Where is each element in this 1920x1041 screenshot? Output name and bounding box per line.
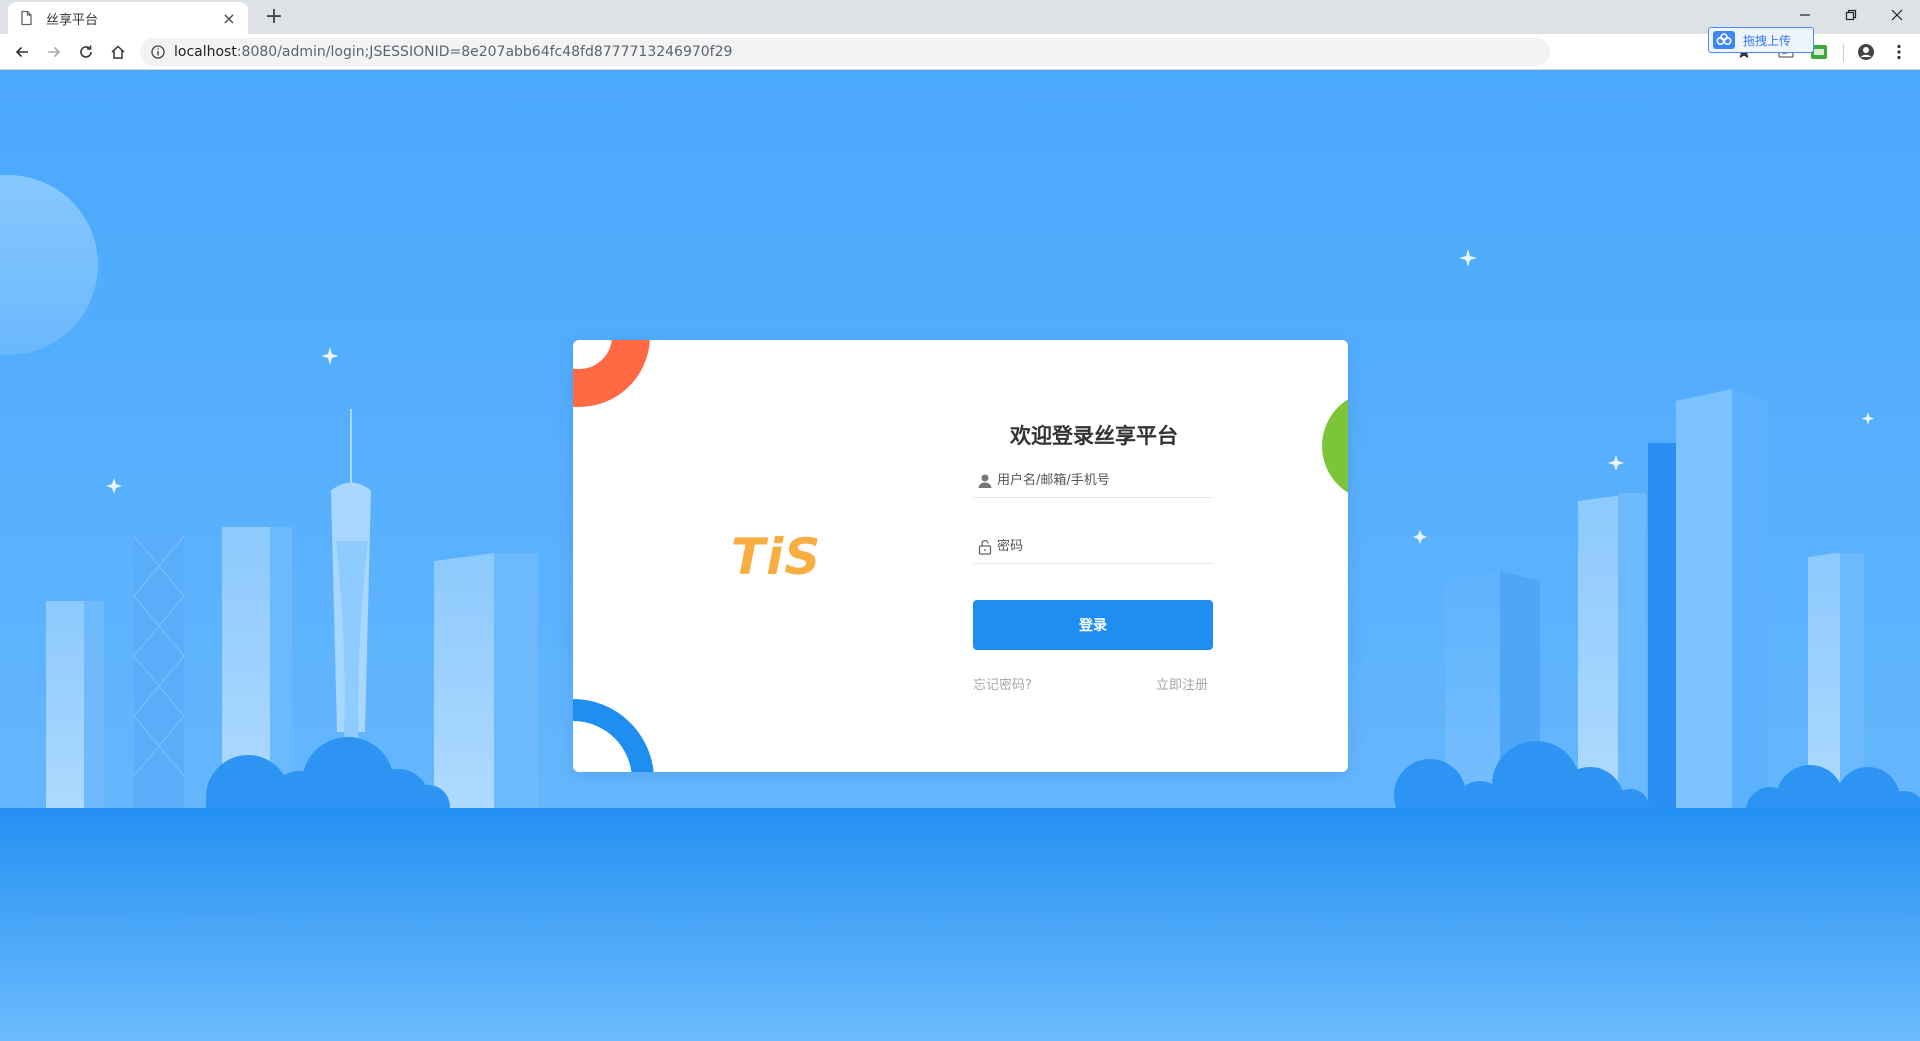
- browser-tab[interactable]: 丝享平台 ×: [8, 2, 248, 34]
- tab-close-button[interactable]: ×: [220, 9, 238, 28]
- road-stripes: [32, 917, 1920, 929]
- address-bar[interactable]: localhost:8080/admin/login;JSESSIONID=8e…: [140, 38, 1550, 66]
- red-ring-decoration: [573, 340, 650, 407]
- browser-tab-bar: 丝享平台 × +: [0, 0, 1920, 34]
- reload-button[interactable]: [72, 38, 100, 66]
- close-icon: [1891, 9, 1903, 21]
- register-link[interactable]: 立即注册: [1156, 674, 1208, 693]
- new-tab-button[interactable]: +: [260, 3, 288, 31]
- home-icon: [111, 45, 125, 59]
- blue-ring-decoration: [573, 699, 654, 772]
- forward-button[interactable]: [40, 38, 68, 66]
- back-icon: [15, 46, 28, 58]
- browser-toolbar: localhost:8080/admin/login;JSESSIONID=8e…: [0, 34, 1920, 70]
- login-card: TiS 欢迎登录丝享平台 登录 忘记密码? 立即注册: [573, 340, 1348, 772]
- username-field: [973, 464, 1213, 498]
- lock-icon: [978, 539, 992, 555]
- url-text: localhost:8080/admin/login;JSESSIONID=8e…: [174, 44, 732, 60]
- page-icon: [21, 10, 32, 26]
- restore-button[interactable]: [1828, 0, 1874, 30]
- menu-icon[interactable]: [1890, 43, 1908, 61]
- info-icon: [151, 45, 165, 59]
- forgot-password-link[interactable]: 忘记密码?: [973, 674, 1032, 693]
- forward-icon: [48, 46, 61, 58]
- back-button[interactable]: [8, 38, 36, 66]
- green-ring-decoration: [1322, 399, 1348, 493]
- close-window-button[interactable]: [1874, 0, 1920, 30]
- minimize-button[interactable]: [1782, 0, 1828, 30]
- page-background: TiS 欢迎登录丝享平台 登录 忘记密码? 立即注册: [0, 71, 1920, 1041]
- username-input[interactable]: [997, 473, 1197, 488]
- minimize-icon: [1800, 14, 1810, 16]
- home-button[interactable]: [104, 38, 132, 66]
- login-title: 欢迎登录丝享平台: [1010, 424, 1178, 448]
- window-controls: [1782, 0, 1920, 30]
- tab-title: 丝享平台: [46, 12, 99, 28]
- login-button[interactable]: 登录: [973, 600, 1213, 650]
- moon-shape: [0, 175, 98, 355]
- password-field: [973, 530, 1213, 564]
- restore-icon: [1845, 9, 1857, 21]
- url-path: :8080/admin/login;JSESSIONID=8e207abb64f…: [236, 44, 733, 60]
- tis-logo: TiS: [731, 528, 822, 586]
- profile-icon[interactable]: [1857, 43, 1875, 61]
- baidu-upload-label: 拖拽上传: [1743, 33, 1792, 48]
- url-host: localhost: [174, 44, 237, 60]
- reload-icon: [80, 45, 92, 58]
- baidu-upload-popup[interactable]: 拖拽上传: [1708, 27, 1814, 53]
- user-icon: [978, 474, 992, 488]
- password-input[interactable]: [997, 539, 1197, 554]
- toolbar-divider: [1843, 44, 1844, 62]
- baidu-cloud-icon: [1713, 31, 1735, 49]
